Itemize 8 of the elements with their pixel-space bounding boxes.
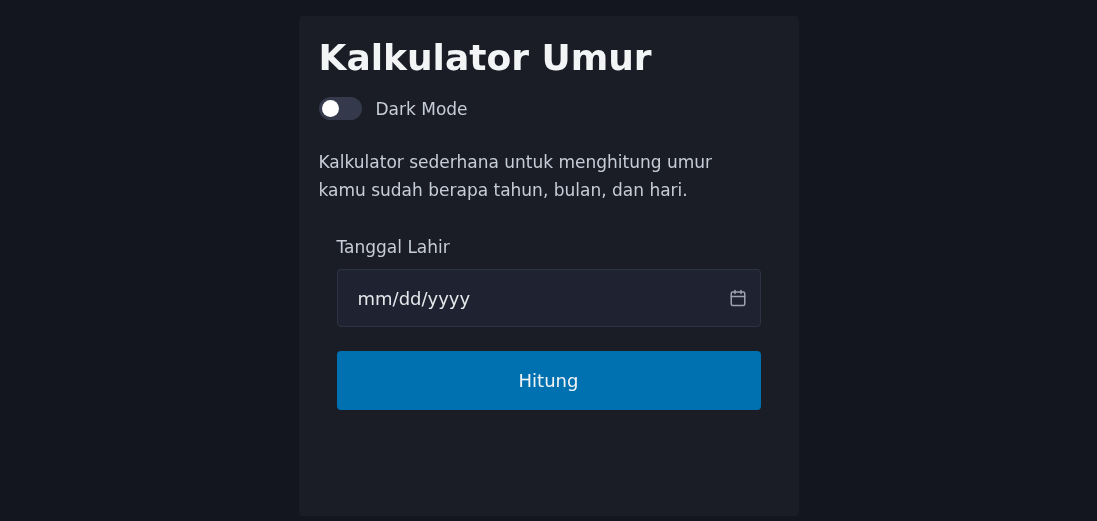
field-label: Tanggal Lahir: [336, 236, 451, 259]
calendar-icon[interactable]: [728, 289, 747, 307]
page-title: Kalkulator Umur: [318, 36, 653, 80]
date-field[interactable]: mm/dd/yyyy: [336, 269, 761, 327]
description-text: Kalkulator sederhana untuk menghitung umur kamu sudah berapa tahun, bulan, dan hari.: [318, 151, 714, 202]
dark-mode-switch[interactable]: [318, 97, 362, 120]
switch-label: Dark Mode: [375, 98, 468, 119]
calculate-button[interactable]: Hitung: [336, 351, 761, 410]
